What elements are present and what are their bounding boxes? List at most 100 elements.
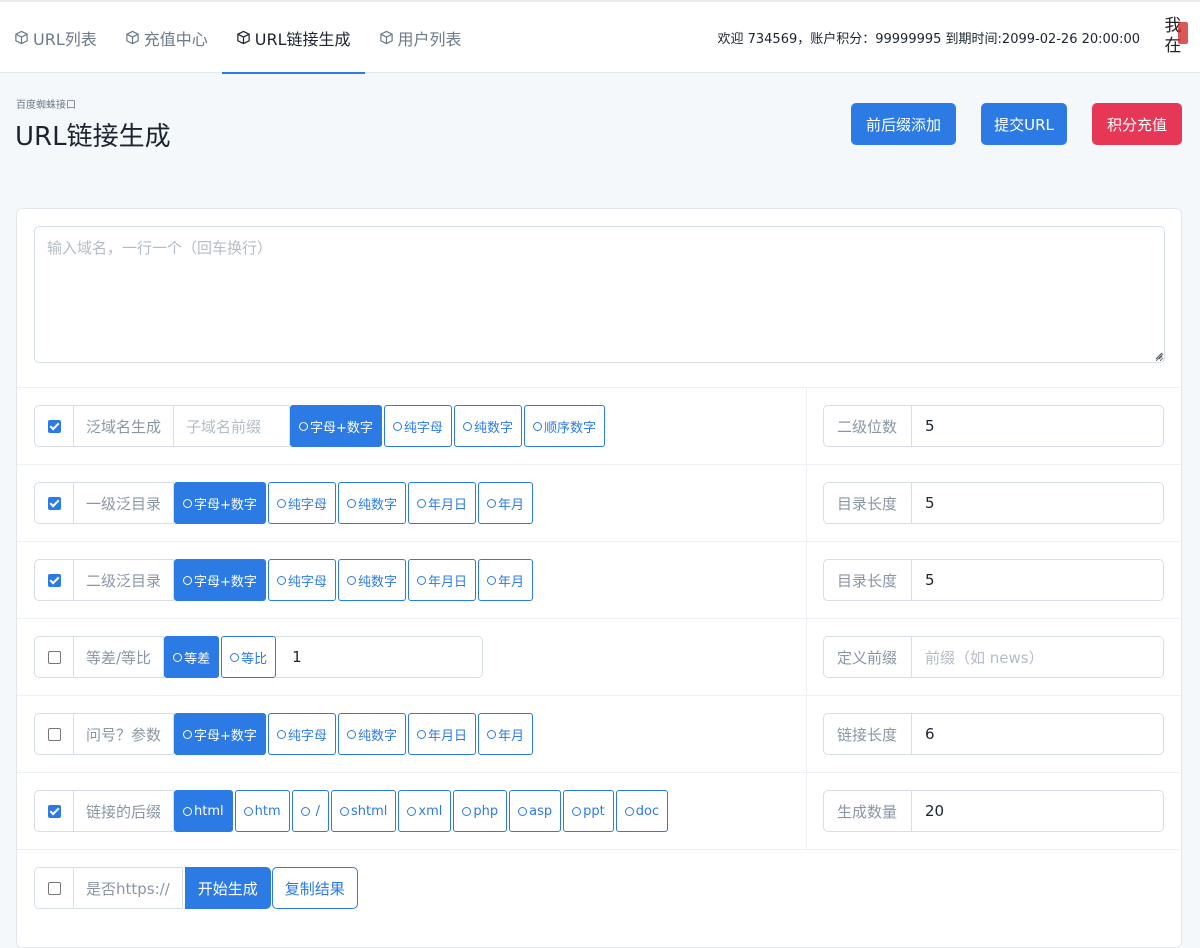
domain-input[interactable] [34,226,1165,363]
option-slash[interactable]: / [291,790,330,832]
resize-grip-icon[interactable] [1153,350,1163,360]
wildcard-checkbox[interactable] [34,405,74,447]
radio-icon [624,806,634,816]
option-alnum[interactable]: 字母+数字 [174,559,266,601]
option-geometric[interactable]: 等比 [221,636,277,678]
nav-recharge-center[interactable]: 充值中心 [111,2,222,73]
option-digits[interactable]: 纯数字 [337,482,406,524]
option-php[interactable]: php [453,790,508,832]
option-digits[interactable]: 纯数字 [453,405,522,447]
generator-card: 泛域名生成 子域名前缀 字母+数字 纯字母 纯数字 顺序数字 二级位数 5 一级… [16,208,1182,948]
radio-icon [416,729,426,739]
option-ymd[interactable]: 年月日 [407,713,476,755]
column-divider [806,542,807,618]
option-letters[interactable]: 纯字母 [267,713,336,755]
radio-icon [346,575,356,585]
checkbox-checked-icon [47,419,61,433]
cube-icon [125,30,140,45]
option-digits[interactable]: 纯数字 [337,559,406,601]
dir2-checkbox[interactable] [34,559,74,601]
dir1-length-input[interactable]: 5 [912,482,1164,524]
progression-value-input[interactable]: 1 [276,636,484,678]
cube-icon [379,30,394,45]
start-generate-button[interactable]: 开始生成 [184,867,271,909]
wildcard-group: 泛域名生成 子域名前缀 字母+数字 纯字母 纯数字 顺序数字 [34,405,605,447]
subdomain-length-label: 二级位数 [823,405,912,447]
radio-icon [183,729,193,739]
checkbox-unchecked-icon [47,881,61,895]
option-htm[interactable]: htm [234,790,290,832]
option-digits[interactable]: 纯数字 [337,713,406,755]
option-arithmetic[interactable]: 等差 [164,636,220,678]
custom-prefix-input[interactable]: 前缀（如 news） [912,636,1164,678]
row-https: 是否https:// 开始生成 复制结果 [17,849,1181,926]
radio-icon [230,652,240,662]
https-label: 是否https:// [74,867,183,909]
option-ym[interactable]: 年月 [477,482,533,524]
dir1-length-group: 目录长度 5 [823,482,1164,524]
subdomain-prefix-input[interactable]: 子域名前缀 [174,405,291,447]
submit-url-button[interactable]: 提交URL [981,103,1067,145]
option-alnum[interactable]: 字母+数字 [290,405,382,447]
query-label: 问号？参数 [74,713,175,755]
option-html[interactable]: html [174,790,233,832]
query-checkbox[interactable] [34,713,74,755]
suffix-group: 链接的后缀 html htm / shtml xml php asp ppt d… [34,790,669,832]
option-alnum[interactable]: 字母+数字 [174,482,266,524]
row-dir-level1: 一级泛目录 字母+数字 纯字母 纯数字 年月日 年月 目录长度 5 [17,464,1181,541]
https-group: 是否https:// 开始生成 复制结果 [34,867,358,909]
wildcard-label: 泛域名生成 [74,405,175,447]
radio-icon [183,806,193,816]
option-ppt[interactable]: ppt [563,790,614,832]
avatar[interactable]: 我在 [1158,16,1188,58]
option-alnum[interactable]: 字母+数字 [174,713,266,755]
radio-icon [532,421,542,431]
dir2-length-label: 目录长度 [823,559,912,601]
option-ymd[interactable]: 年月日 [407,482,476,524]
subdomain-length-input[interactable]: 5 [912,405,1164,447]
radio-icon [299,421,309,431]
suffix-checkbox[interactable] [34,790,74,832]
option-letters[interactable]: 纯字母 [267,559,336,601]
cube-icon [14,30,29,45]
avatar-seal [1178,22,1188,44]
radio-icon [392,421,402,431]
link-length-group: 链接长度 6 [823,713,1164,755]
nav-url-generate[interactable]: URL链接生成 [221,2,365,74]
dir1-checkbox[interactable] [34,482,74,524]
https-checkbox[interactable] [34,867,74,909]
option-shtml[interactable]: shtml [331,790,397,832]
radio-icon [486,729,496,739]
option-ym[interactable]: 年月 [477,559,533,601]
checkbox-unchecked-icon [47,650,61,664]
radio-icon [518,806,528,816]
row-suffix: 链接的后缀 html htm / shtml xml php asp ppt d… [17,772,1181,849]
recharge-points-button[interactable]: 积分充值 [1092,103,1182,145]
link-length-input[interactable]: 6 [912,713,1164,755]
option-doc[interactable]: doc [615,790,669,832]
custom-prefix-group: 定义前缀 前缀（如 news） [823,636,1164,678]
option-ym[interactable]: 年月 [477,713,533,755]
affix-add-button[interactable]: 前后缀添加 [851,103,956,145]
nav-url-list[interactable]: URL列表 [0,2,111,73]
page-title: URL链接生成 [15,122,171,152]
radio-icon [183,575,193,585]
copy-result-button[interactable]: 复制结果 [271,867,358,909]
dir2-length-group: 目录长度 5 [823,559,1164,601]
option-sequential[interactable]: 顺序数字 [523,405,605,447]
option-ymd[interactable]: 年月日 [407,559,476,601]
dir2-length-input[interactable]: 5 [912,559,1164,601]
progression-checkbox[interactable] [34,636,74,678]
welcome-text: 欢迎 734569，账户积分：99999995 到期时间:2099-02-26 … [717,32,1140,47]
checkbox-checked-icon [47,573,61,587]
option-letters[interactable]: 纯字母 [383,405,452,447]
radio-icon [183,498,193,508]
nav-user-list[interactable]: 用户列表 [365,2,476,73]
column-divider [806,773,807,849]
generate-count-input[interactable]: 20 [912,790,1164,832]
radio-icon [340,806,350,816]
option-asp[interactable]: asp [509,790,562,832]
link-length-label: 链接长度 [823,713,912,755]
option-xml[interactable]: xml [398,790,452,832]
option-letters[interactable]: 纯字母 [267,482,336,524]
